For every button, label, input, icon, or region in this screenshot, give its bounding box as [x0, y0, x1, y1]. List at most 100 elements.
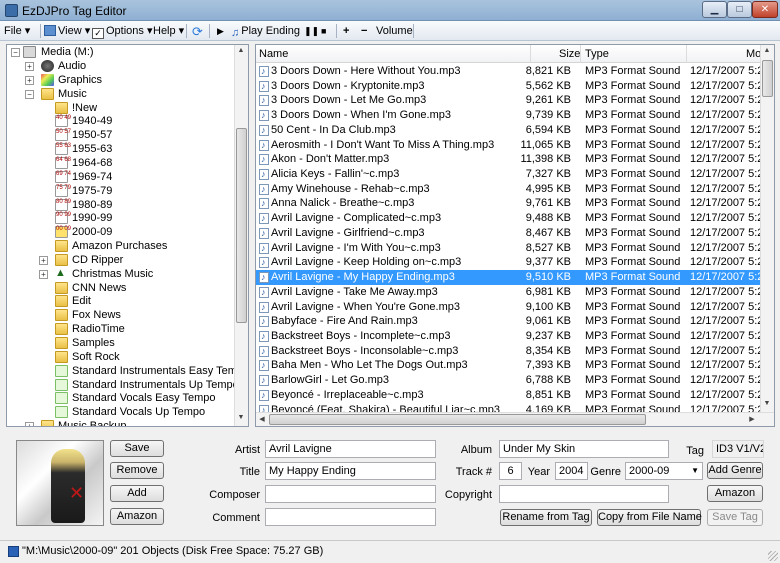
- album-field[interactable]: Under My Skin: [499, 440, 669, 458]
- year-field[interactable]: 2004: [555, 462, 588, 480]
- tree-item-label: Audio: [58, 60, 87, 72]
- refresh-icon[interactable]: ⟳: [192, 24, 203, 39]
- genre-label: Genre: [590, 466, 621, 478]
- file-modified: 12/17/2007 5:2: [690, 315, 764, 328]
- file-row[interactable]: Beyoncé - Irreplaceable~c.mp3 8,851 KB MP3…: [256, 388, 763, 403]
- file-row[interactable]: Avril Lavigne - Girlfriend~c.mp3 8,467 KB…: [256, 226, 763, 241]
- speaker-icon: [41, 60, 54, 72]
- file-size: 9,261 KB: [525, 94, 571, 107]
- file-size: 7,327 KB: [525, 168, 571, 181]
- save-tag-button[interactable]: Save Tag: [707, 509, 763, 526]
- composer-field[interactable]: [265, 485, 436, 503]
- copy-from-file-name-button[interactable]: Copy from File Name: [597, 509, 702, 526]
- file-menu[interactable]: File ▾: [4, 24, 30, 39]
- tree-item-label: CNN News: [72, 281, 127, 294]
- rename-from-tag-button[interactable]: Rename from Tag: [500, 509, 592, 526]
- tree-item-label: Christmas Music: [72, 267, 154, 280]
- comment-field[interactable]: [265, 508, 436, 526]
- file-name: Backstreet Boys - Incomplete~c.mp3: [271, 329, 451, 342]
- file-row[interactable]: 3 Doors Down - Let Me Go.mp3 9,261 KB MP3 …: [256, 93, 763, 108]
- copyright-field[interactable]: [499, 485, 669, 503]
- file-row[interactable]: Avril Lavigne - Take Me Away.mp3 6,981 KB…: [256, 285, 763, 299]
- file-row[interactable]: Avril Lavigne - Keep Holding on~c.mp3 9,3…: [256, 255, 764, 270]
- expand-icon[interactable]: +: [39, 269, 48, 279]
- volume-up-button[interactable]: +: [343, 24, 349, 39]
- file-row[interactable]: Baha Men - Who Let The Dogs Out.mp3 7,393…: [256, 358, 763, 373]
- tree-item-label: Standard Vocals Up Tempo: [72, 406, 206, 419]
- file-name: Avril Lavigne - Take Me Away.mp3: [271, 285, 438, 298]
- minimize-button[interactable]: ▁: [702, 1, 727, 18]
- list-scroll-thumb[interactable]: [762, 60, 773, 97]
- tree-item-label: 1950-57: [72, 129, 113, 142]
- art-save-button[interactable]: Save: [110, 440, 164, 457]
- folder-icon: [55, 253, 68, 266]
- expand-icon[interactable]: +: [25, 75, 34, 85]
- file-row[interactable]: Aerosmith - I Don't Want To Miss A Thing…: [256, 138, 763, 152]
- list-scrollbar[interactable]: ▲ ▼: [760, 45, 774, 412]
- mp3-file-icon: [259, 182, 269, 196]
- tree-item-label: 1990-99: [72, 212, 113, 225]
- file-row[interactable]: 3 Doors Down - When I'm Gone.mp3 9,739 KB…: [256, 108, 763, 123]
- file-row[interactable]: Backstreet Boys - Inconsolable~c.mp3 8,35…: [256, 344, 763, 358]
- expand-icon[interactable]: +: [25, 422, 34, 426]
- help-menu[interactable]: Help ▾: [153, 24, 184, 39]
- expand-icon[interactable]: +: [25, 62, 34, 71]
- list-hscrollbar[interactable]: ◀ ▶: [256, 412, 774, 426]
- artist-field[interactable]: Avril Lavigne: [265, 440, 436, 458]
- add-genre-button[interactable]: Add Genre: [707, 462, 763, 479]
- resize-grip-icon[interactable]: [768, 551, 778, 561]
- file-row[interactable]: BarlowGirl - Let Go.mp3 6,788 KB MP3 Forma…: [256, 373, 763, 388]
- column-type[interactable]: Type: [585, 47, 609, 61]
- column-name[interactable]: Name: [259, 47, 288, 61]
- volume-down-button[interactable]: −: [361, 24, 367, 39]
- pause-icon[interactable]: ❚❚: [304, 24, 319, 39]
- selected-file-row[interactable]: Avril Lavigne - My Happy Ending.mp3 9,510…: [256, 270, 763, 285]
- file-row[interactable]: Amy Winehouse - Rehab~c.mp3 4,995 KB MP3 F…: [256, 182, 763, 196]
- file-type: MP3 Format Sound: [585, 271, 681, 284]
- art-remove-button[interactable]: Remove: [110, 462, 164, 479]
- folder-icon: [55, 295, 68, 308]
- list-hscroll-thumb[interactable]: [269, 414, 646, 425]
- track-field[interactable]: 6: [499, 462, 522, 480]
- genre-select[interactable]: 2000-09 ▼: [625, 462, 703, 480]
- file-modified: 12/17/2007 5:2: [690, 123, 764, 136]
- file-row[interactable]: Babyface - Fire And Rain.mp3 9,061 KB MP3 …: [256, 314, 764, 329]
- file-modified: 12/17/2007 5:2: [690, 256, 764, 269]
- file-row[interactable]: Avril Lavigne - When You're Gone.mp3 9,10…: [256, 300, 763, 314]
- file-row[interactable]: 3 Doors Down - Here Without You.mp3 8,821…: [256, 64, 763, 79]
- column-size[interactable]: Size: [559, 47, 580, 61]
- expand-icon[interactable]: +: [39, 255, 48, 265]
- file-row[interactable]: Backstreet Boys - Incomplete~c.mp3 9,237 …: [256, 329, 764, 344]
- options-menu[interactable]: ✓ Options ▾: [92, 24, 153, 39]
- play-icon[interactable]: ▶: [217, 24, 224, 39]
- file-type: MP3 Format Sound: [585, 241, 681, 254]
- file-modified: 12/17/2007 5:2: [690, 329, 764, 342]
- stop-icon[interactable]: ■: [321, 24, 326, 39]
- art-add-button[interactable]: Add: [110, 485, 164, 502]
- view-menu[interactable]: View ▾: [44, 24, 90, 39]
- close-button[interactable]: ✕: [752, 1, 778, 18]
- file-row[interactable]: Avril Lavigne - Complicated~c.mp3 9,488 K…: [256, 211, 763, 226]
- file-row[interactable]: Anna Nalick - Breathe~c.mp3 9,761 KB MP3 F…: [256, 196, 763, 211]
- file-row[interactable]: 50 Cent - In Da Club.mp3 6,594 KB MP3 Form…: [256, 123, 764, 138]
- mp3-file-icon: [259, 226, 269, 241]
- collapse-icon[interactable]: −: [25, 89, 34, 99]
- play-ending-button[interactable]: ♫ Play Ending: [231, 24, 300, 39]
- file-row[interactable]: Akon - Don't Matter.mp3 11,398 KB MP3 Form…: [256, 152, 763, 167]
- file-row[interactable]: Avril Lavigne - I'm With You~c.mp3 8,527 …: [256, 241, 763, 255]
- tree-scrollbar[interactable]: ▲ ▼: [234, 45, 248, 426]
- maximize-button[interactable]: □: [727, 1, 752, 18]
- collapse-icon[interactable]: −: [11, 48, 20, 57]
- amazon-button[interactable]: Amazon: [707, 485, 763, 502]
- file-modified: 12/17/2007 5:2: [690, 168, 764, 181]
- file-size: 6,981 KB: [525, 285, 571, 298]
- file-row[interactable]: 3 Doors Down - Kryptonite.mp3 5,562 KB MP3…: [256, 79, 763, 93]
- art-amazon-button[interactable]: Amazon: [110, 508, 164, 525]
- file-row[interactable]: Alicia Keys - Fallin'~c.mp3 7,327 KB MP3 F…: [256, 167, 764, 182]
- tree-scroll-thumb[interactable]: [236, 128, 247, 323]
- tree-item-label: Standard Instrumentals Up Tempo: [72, 378, 239, 391]
- file-size: 5,562 KB: [525, 79, 571, 92]
- column-modified[interactable]: Mo: [746, 47, 761, 61]
- title-field[interactable]: My Happy Ending: [265, 462, 436, 480]
- tree-item-label: Fox News: [72, 309, 121, 322]
